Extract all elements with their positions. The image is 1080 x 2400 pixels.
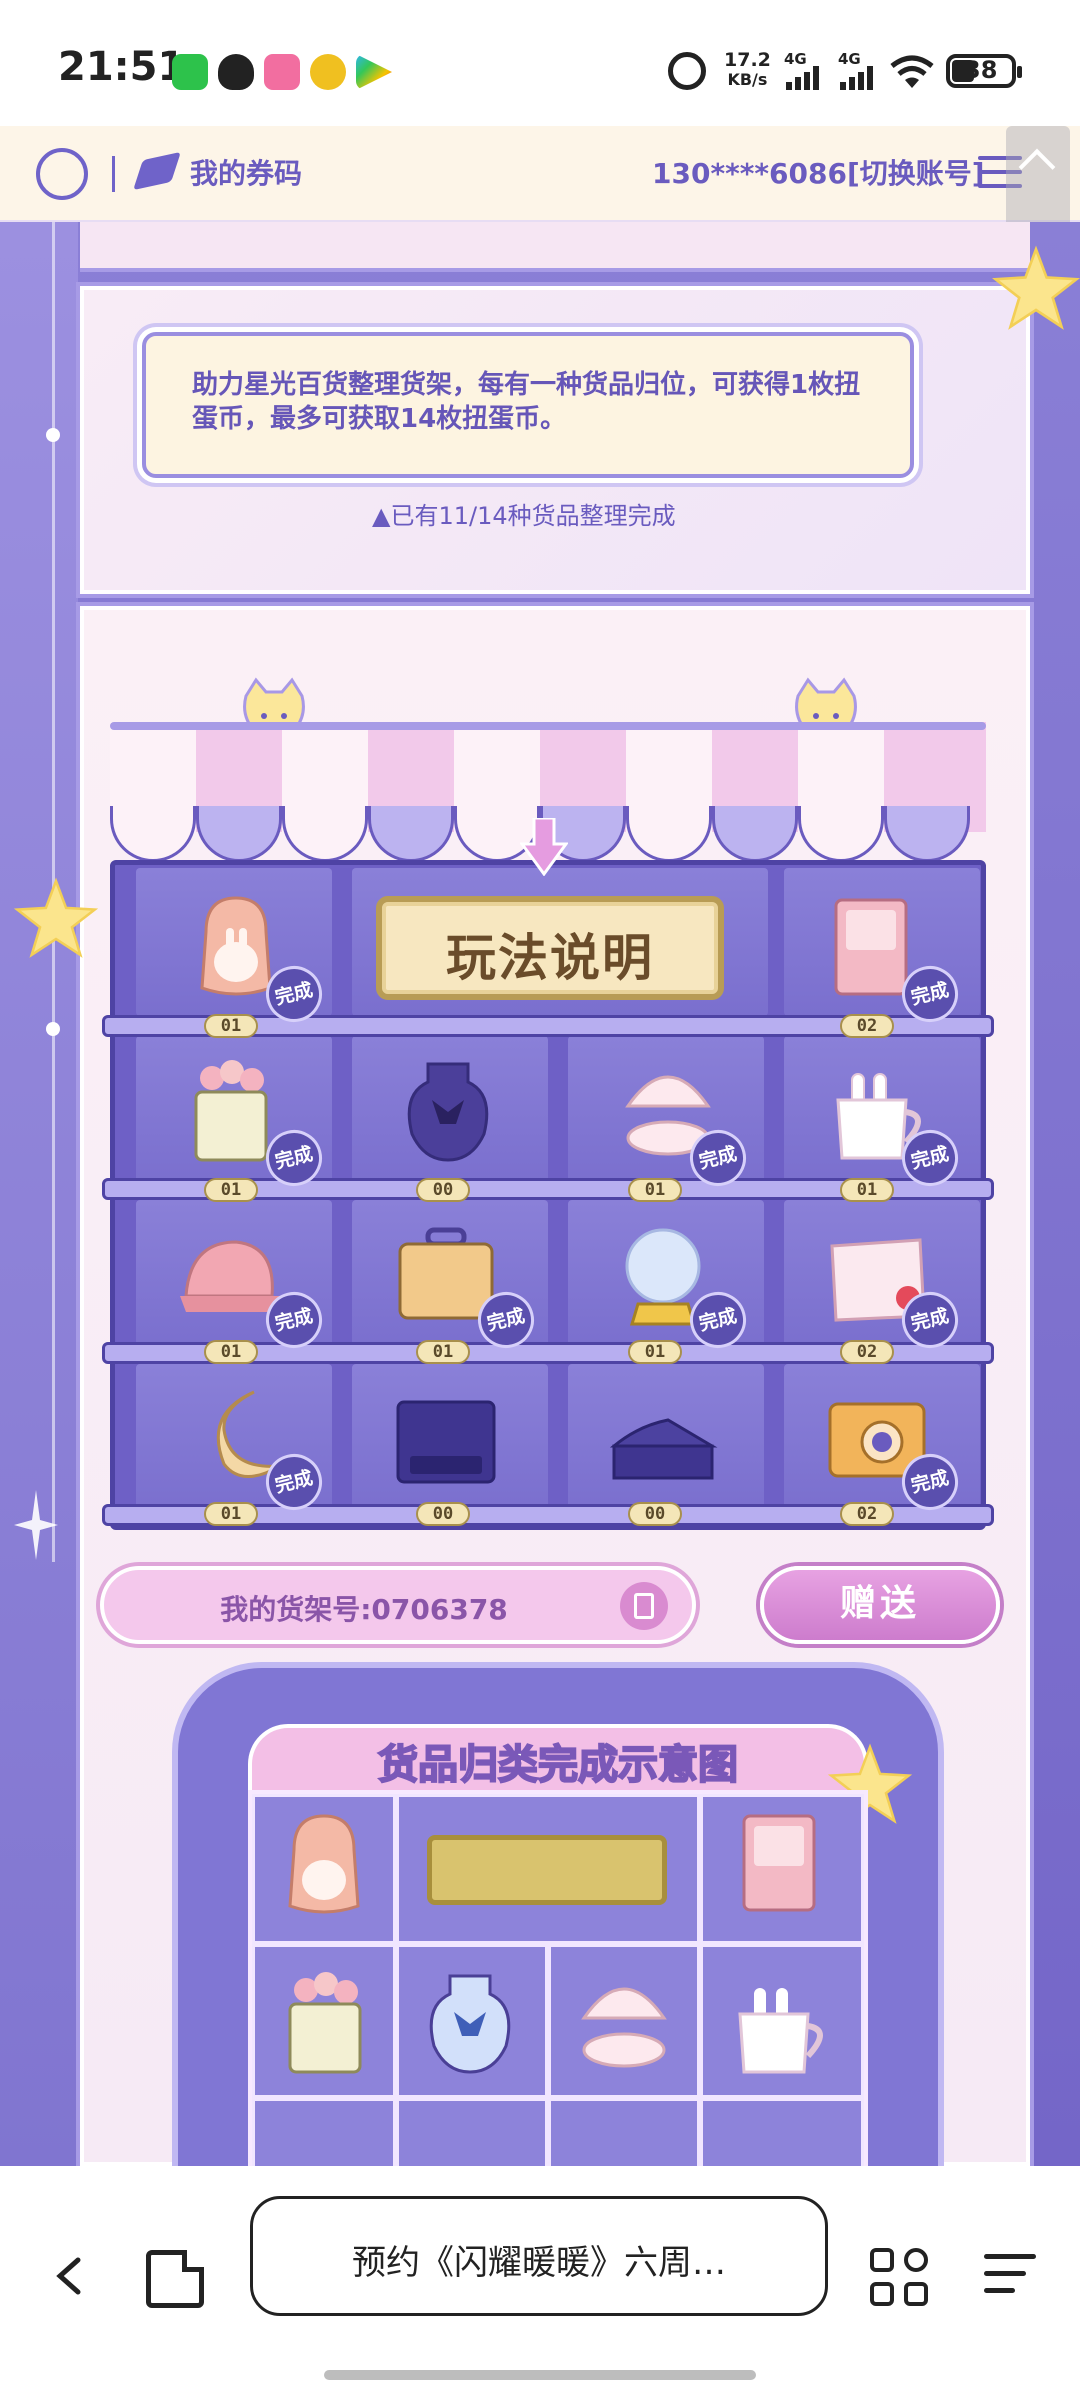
app-icon	[310, 54, 346, 90]
play-store-icon	[356, 54, 392, 90]
wechat-icon	[172, 54, 208, 90]
qq-icon	[218, 54, 254, 90]
cake-icon	[609, 1418, 718, 1480]
item-count-tag: 00	[628, 1502, 682, 1526]
perfume-bottle-icon	[407, 1062, 489, 1162]
item-count-tag: 02	[840, 1502, 894, 1526]
scroll-up-icon[interactable]	[1018, 148, 1056, 186]
status-time: 21:51	[58, 44, 186, 90]
star-icon-top-right	[992, 245, 1080, 330]
item-count-tag: 01	[204, 1502, 258, 1526]
diagram-sign	[427, 1835, 667, 1905]
nikki-box-icon	[396, 1400, 496, 1484]
more-menu-button[interactable]	[984, 2254, 1036, 2302]
browser-bottom-bar: 预约《闪耀暖暖》六周…	[0, 2166, 1080, 2400]
network-speed: 17.2 KB/s	[724, 49, 771, 89]
item-count-tag: 01	[204, 1014, 258, 1038]
signal-icon-2: 4G	[838, 50, 878, 90]
web-header: 我的券码 130****6086[切换账号]	[0, 126, 1080, 222]
info-box: 助力星光百货整理货架，每有一种货品归位，可获得1枚扭蛋币，最多可获取14枚扭蛋币…	[142, 332, 914, 478]
alarm-icon	[668, 52, 706, 90]
send-button[interactable]: 赠送	[760, 1566, 1000, 1644]
photo-album-icon	[834, 898, 908, 996]
item-count-tag: 01	[204, 1178, 258, 1202]
diagram-title: 货品归类完成示意图	[377, 1741, 739, 1789]
bunny-mug-icon	[738, 1988, 823, 2074]
ticket-icon	[133, 151, 181, 191]
event-description: 助力星光百货整理货架，每有一种货品归位，可获得1枚扭蛋币，最多可获取14枚扭蛋币…	[192, 370, 861, 434]
diagram-title-box: 货品归类完成示意图	[248, 1724, 868, 1794]
my-codes-link[interactable]: 我的券码	[190, 152, 302, 192]
address-text: 预约《闪耀暖暖》六周…	[352, 2243, 726, 2283]
logo-icon[interactable]	[36, 148, 88, 200]
item-count-tag: 01	[628, 1178, 682, 1202]
signal-icon: 4G	[784, 50, 824, 90]
copy-icon[interactable]	[620, 1582, 668, 1630]
diagram-cell	[396, 1794, 700, 1944]
down-arrow-icon	[520, 818, 568, 876]
rabbit-backpack-icon	[288, 1814, 360, 1914]
shelf-number: 我的货架号:0706378	[220, 1593, 508, 1626]
switch-account-link[interactable]: 130****6086[切换账号]	[652, 152, 985, 192]
star-icon	[14, 877, 98, 958]
item-count-tag: 01	[416, 1340, 470, 1364]
tabs-button[interactable]	[146, 2250, 204, 2308]
item-count-tag: 02	[840, 1014, 894, 1038]
battery-icon: 38	[946, 54, 1022, 88]
diagram-grid	[248, 1790, 868, 2178]
item-count-tag: 01	[204, 1340, 258, 1364]
apps-grid-button[interactable]	[870, 2248, 930, 2308]
rules-button[interactable]: 玩法说明	[376, 896, 724, 1000]
battery-level: 38	[964, 56, 998, 84]
address-bar[interactable]: 预约《闪耀暖暖》六周…	[250, 2196, 828, 2316]
panel-top	[80, 222, 1030, 272]
item-count-tag: 00	[416, 1178, 470, 1202]
flower-basket-icon	[288, 1972, 362, 2074]
wifi-icon	[890, 55, 934, 88]
flower-basket-icon	[194, 1060, 268, 1162]
rules-label: 玩法说明	[446, 929, 654, 987]
item-count-tag: 02	[840, 1340, 894, 1364]
item-count-tag: 00	[416, 1502, 470, 1526]
home-indicator[interactable]	[324, 2370, 756, 2380]
header-divider	[112, 156, 115, 192]
shelf-number-box: 我的货架号:0706378	[100, 1566, 696, 1644]
bilibili-icon	[264, 54, 300, 90]
progress-note: ▲已有11/14种货品整理完成	[372, 502, 676, 530]
status-bar: 21:51 17.2 KB/s 4G 4G 38	[0, 0, 1080, 126]
back-button[interactable]	[50, 2256, 90, 2296]
item-count-tag: 01	[840, 1178, 894, 1202]
left-decor-strip	[0, 222, 78, 2166]
photo-album-icon	[742, 1814, 816, 1912]
sparkle-icon	[14, 1490, 58, 1560]
perfume-bottle-icon	[429, 1974, 511, 2074]
item-count-tag: 01	[628, 1340, 682, 1364]
tabs-count-icon	[182, 2250, 204, 2272]
shell-ring-box-icon	[581, 1987, 667, 2068]
